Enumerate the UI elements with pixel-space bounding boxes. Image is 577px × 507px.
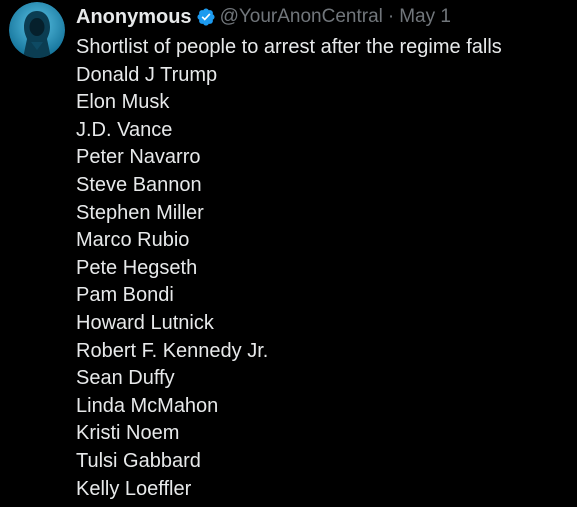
author-handle[interactable]: @YourAnonCentral bbox=[220, 6, 383, 28]
verified-badge-icon[interactable] bbox=[196, 7, 216, 27]
list-item: Kristi Noem bbox=[76, 422, 180, 445]
list-item: Kelly Loeffler bbox=[76, 477, 192, 500]
list-item: Pam Bondi bbox=[76, 284, 174, 307]
tweet-header: Anonymous @YourAnonCentral · May 1 bbox=[76, 4, 451, 30]
list-item: Elon Musk bbox=[76, 91, 170, 114]
list-item: Sean Duffy bbox=[76, 367, 175, 390]
list-item: Donald J Trump bbox=[76, 63, 218, 86]
tweet[interactable]: Anonymous @YourAnonCentral · May 1 Short… bbox=[0, 0, 577, 507]
header-separator: · bbox=[387, 6, 395, 27]
list-item: Pete Hegseth bbox=[76, 256, 198, 279]
hooded-figure-icon bbox=[9, 2, 65, 58]
list-item: Peter Navarro bbox=[76, 146, 201, 169]
tweet-headline: Shortlist of people to arrest after the … bbox=[76, 36, 502, 58]
author-display-name[interactable]: Anonymous bbox=[76, 6, 192, 29]
tweet-date[interactable]: May 1 bbox=[399, 6, 451, 28]
list-item: Robert F. Kennedy Jr. bbox=[76, 339, 269, 362]
list-item: Linda McMahon bbox=[76, 394, 219, 417]
list-item: Steve Bannon bbox=[76, 173, 202, 196]
list-item: Tulsi Gabbard bbox=[76, 449, 201, 472]
avatar[interactable] bbox=[9, 2, 65, 58]
list-item: Howard Lutnick bbox=[76, 311, 214, 334]
list-item: Marco Rubio bbox=[76, 229, 190, 252]
tweet-text: Shortlist of people to arrest after the … bbox=[76, 34, 571, 503]
list-item: Stephen Miller bbox=[76, 201, 204, 224]
list-item: J.D. Vance bbox=[76, 118, 173, 141]
